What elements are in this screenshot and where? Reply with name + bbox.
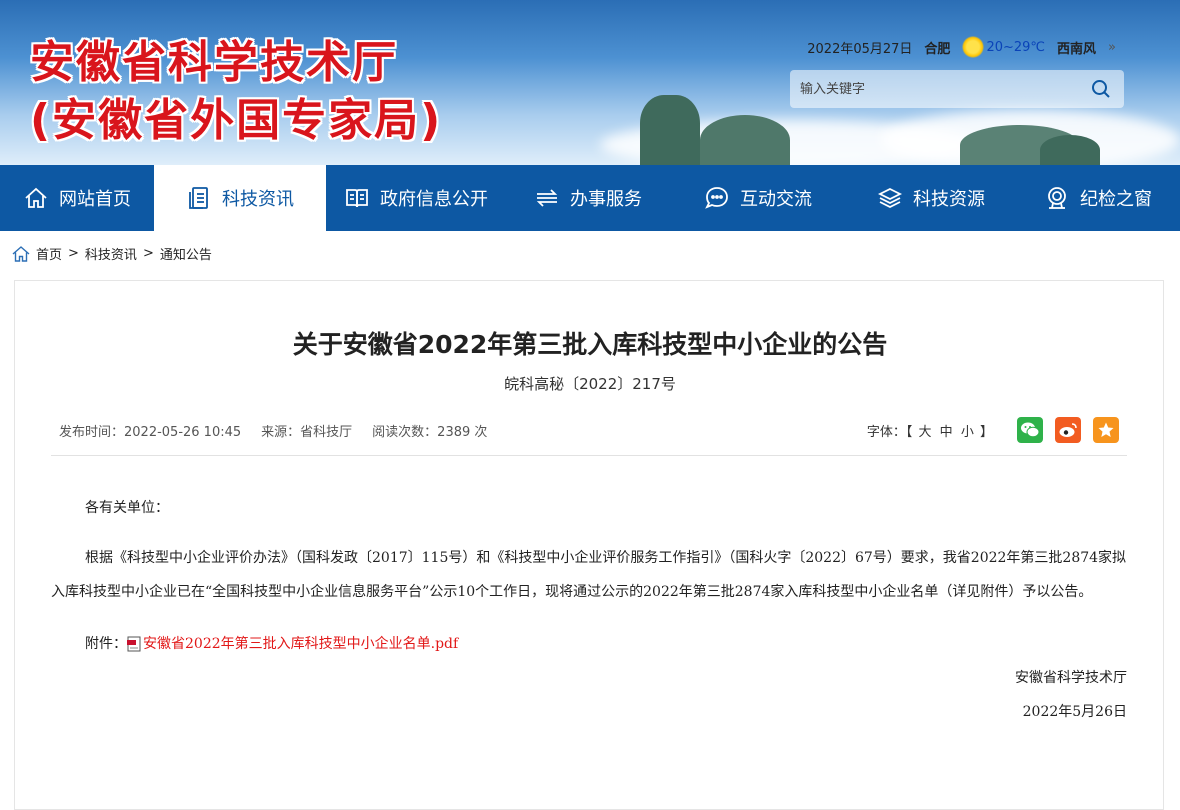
nav-label: 互动交流 — [740, 189, 812, 210]
article-attachment: 附件： 安徽省2022年第三批入库科技型中小企业名单.pdf — [51, 627, 1127, 661]
nav-item-discipline[interactable]: 纪检之窗 — [1016, 165, 1180, 231]
nav-item-interaction[interactable]: 互动交流 — [670, 165, 846, 231]
nav-label: 科技资源 — [913, 189, 985, 210]
home-icon — [12, 245, 30, 262]
favorite-button[interactable] — [1093, 417, 1119, 443]
weather-temperature: 20~29℃ — [986, 39, 1046, 55]
font-size-small[interactable]: 小 — [959, 425, 976, 440]
share-wechat-button[interactable] — [1017, 417, 1043, 443]
nav-item-resources[interactable]: 科技资源 — [846, 165, 1016, 231]
breadcrumb: 首页 > 科技资讯 > 通知公告 — [12, 244, 212, 263]
star-icon — [1098, 422, 1114, 437]
wechat-icon — [1021, 422, 1040, 438]
breadcrumb-level2[interactable]: 通知公告 — [160, 244, 212, 263]
nav-label: 办事服务 — [570, 189, 642, 210]
service-icon — [536, 189, 558, 207]
font-size-medium[interactable]: 中 — [938, 425, 955, 440]
header-date: 2022年05月27日 — [807, 41, 913, 57]
site-title-line1: 安徽省科学技术厅 — [30, 37, 398, 88]
site-title: 安徽省科学技术厅 (安徽省外国专家局) — [30, 34, 442, 150]
article-content: 各有关单位： 根据《科技型中小企业评价办法》（国科发政〔2017〕115号）和《… — [51, 491, 1127, 729]
attachment-link[interactable]: 安徽省2022年第三批入库科技型中小企业名单.pdf — [143, 627, 458, 661]
breadcrumb-separator: > — [68, 246, 79, 261]
header-banner: 安徽省科学技术厅 (安徽省外国专家局) 2022年05月27日 合肥 20~29… — [0, 0, 1180, 165]
site-title-line2: (安徽省外国专家局) — [30, 95, 443, 146]
article-body: 根据《科技型中小企业评价办法》（国科发政〔2017〕115号）和《科技型中小企业… — [51, 550, 1127, 600]
weather-wind: 西南风 — [1057, 41, 1097, 57]
book-icon — [346, 189, 368, 208]
nav-item-gov-info[interactable]: 政府信息公开 — [326, 165, 506, 231]
article-signature: 安徽省科学技术厅 — [1015, 670, 1127, 686]
chat-icon — [705, 187, 728, 209]
nav-item-home[interactable]: 网站首页 — [0, 165, 154, 231]
font-size-selector: 字体：【 大 中 小 】 — [867, 421, 993, 440]
article-sign-date: 2022年5月26日 — [1022, 704, 1127, 720]
search-box — [790, 70, 1124, 108]
nav-label: 科技资讯 — [222, 189, 294, 210]
read-count: 阅读次数：2389 次 — [372, 425, 488, 440]
nav-label: 网站首页 — [59, 189, 131, 210]
search-input[interactable] — [800, 81, 1088, 97]
article-source: 来源：省科技厅 — [261, 425, 353, 440]
publish-time: 发布时间：2022-05-26 10:45 — [59, 425, 242, 440]
pdf-icon — [127, 636, 141, 652]
weibo-icon — [1059, 423, 1077, 437]
sun-icon — [962, 36, 985, 58]
article-title: 关于安徽省2022年第三批入库科技型中小企业的公告 — [292, 330, 888, 359]
breadcrumb-separator: > — [142, 246, 154, 261]
banner-mountain — [1040, 135, 1100, 165]
search-button[interactable] — [1088, 76, 1114, 102]
nav-item-services[interactable]: 办事服务 — [506, 165, 670, 231]
article-tools: 字体：【 大 中 小 】 — [867, 417, 1119, 443]
attachment-label: 附件： — [85, 636, 127, 652]
home-icon — [25, 187, 47, 208]
breadcrumb-home[interactable]: 首页 — [36, 244, 62, 263]
share-weibo-button[interactable] — [1055, 417, 1081, 443]
nav-label: 政府信息公开 — [380, 189, 488, 210]
article-doc-number: 皖科高秘〔2022〕217号 — [504, 375, 676, 393]
weather-more-link[interactable]: » — [1108, 40, 1116, 55]
font-size-large[interactable]: 大 — [917, 425, 934, 440]
main-nav: 网站首页 科技资讯 政府信息公开 办事服务 互动交流 科技资源 纪检之窗 — [0, 165, 1180, 231]
article-divider — [51, 455, 1127, 456]
breadcrumb-level1[interactable]: 科技资讯 — [85, 244, 137, 263]
font-size-label: 字体：【 — [866, 424, 913, 440]
nav-label: 纪检之窗 — [1080, 189, 1152, 210]
search-icon — [1092, 80, 1110, 98]
nav-item-news[interactable]: 科技资讯 — [154, 165, 326, 231]
banner-mountain — [700, 115, 790, 165]
article-greeting: 各有关单位： — [85, 500, 169, 516]
article-panel: 关于安徽省2022年第三批入库科技型中小企业的公告 皖科高秘〔2022〕217号… — [14, 280, 1164, 810]
font-size-bracket: 】 — [979, 424, 993, 440]
weather-city: 合肥 — [924, 41, 951, 57]
resource-icon — [877, 187, 903, 209]
article-meta: 发布时间：2022-05-26 10:45 来源：省科技厅 阅读次数：2389 … — [59, 421, 487, 440]
weather-bar: 2022年05月27日 合肥 20~29℃ 西南风 » — [807, 36, 1116, 58]
shield-icon — [1048, 187, 1066, 209]
news-icon — [189, 187, 208, 209]
banner-mountain — [640, 95, 700, 165]
